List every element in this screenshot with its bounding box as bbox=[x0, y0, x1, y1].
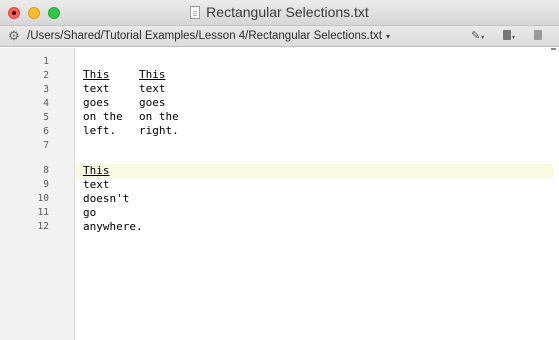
code-text: This bbox=[83, 164, 110, 177]
chevron-down-icon: ▾ bbox=[481, 35, 485, 41]
document-menu[interactable]: ▾ bbox=[503, 29, 515, 45]
file-info-button[interactable] bbox=[534, 29, 542, 43]
chevron-down-icon: ▾ bbox=[512, 35, 516, 41]
line-number: 7 bbox=[43, 140, 49, 151]
code-text: goes bbox=[83, 96, 110, 109]
line-number: 9 bbox=[43, 179, 49, 190]
code-text: on the bbox=[83, 110, 123, 123]
line-number: 1 bbox=[43, 56, 49, 67]
code-text: goes bbox=[139, 96, 166, 109]
code-text: text bbox=[83, 178, 110, 191]
document-icon bbox=[190, 6, 201, 19]
chevron-down-icon: ▾ bbox=[385, 32, 390, 41]
code-text: text bbox=[139, 82, 166, 95]
line-number: 12 bbox=[37, 221, 49, 232]
line-number: 4 bbox=[43, 98, 49, 109]
code-text: right. bbox=[139, 124, 179, 137]
pencil-icon: ✎ bbox=[471, 30, 481, 42]
title-bar[interactable]: Rectangular Selections.txt bbox=[0, 0, 559, 26]
code-text: anywhere. bbox=[83, 220, 143, 233]
code-text: This bbox=[139, 68, 166, 81]
code-text: on the bbox=[139, 110, 179, 123]
code-text: text bbox=[83, 82, 110, 95]
window-title-area: Rectangular Selections.txt bbox=[0, 4, 559, 22]
line-number: 3 bbox=[43, 84, 49, 95]
line-number: 2 bbox=[43, 70, 49, 81]
code-text: left. bbox=[83, 124, 117, 137]
line-number: 6 bbox=[43, 126, 49, 137]
pencil-menu[interactable]: ✎▾ bbox=[471, 29, 484, 45]
window-title: Rectangular Selections.txt bbox=[206, 4, 369, 20]
line-number: 5 bbox=[43, 112, 49, 123]
scroll-indicator[interactable] bbox=[551, 48, 556, 50]
line-number: 10 bbox=[37, 193, 49, 204]
line-number: 8 bbox=[43, 165, 49, 176]
code-text: go bbox=[83, 206, 97, 219]
editor-window: Rectangular Selections.txt ⚙ /Users/Shar… bbox=[0, 0, 559, 340]
file-icon bbox=[534, 30, 542, 40]
gear-icon[interactable]: ⚙ bbox=[8, 29, 20, 43]
text-editor[interactable]: 1 2 3 4 5 6 7 8 9 10 11 12 This This tex… bbox=[0, 48, 559, 340]
line-number: 11 bbox=[37, 207, 49, 218]
file-path: /Users/Shared/Tutorial Examples/Lesson 4… bbox=[27, 30, 382, 42]
current-line-highlight bbox=[75, 164, 553, 178]
code-text: This bbox=[83, 68, 110, 81]
code-text: doesn't bbox=[83, 192, 130, 205]
file-path-popup[interactable]: /Users/Shared/Tutorial Examples/Lesson 4… bbox=[27, 30, 390, 42]
line-number-gutter: 1 2 3 4 5 6 7 8 9 10 11 12 bbox=[0, 48, 75, 340]
path-bar: ⚙ /Users/Shared/Tutorial Examples/Lesson… bbox=[0, 26, 559, 47]
document-stack-icon bbox=[503, 30, 511, 40]
